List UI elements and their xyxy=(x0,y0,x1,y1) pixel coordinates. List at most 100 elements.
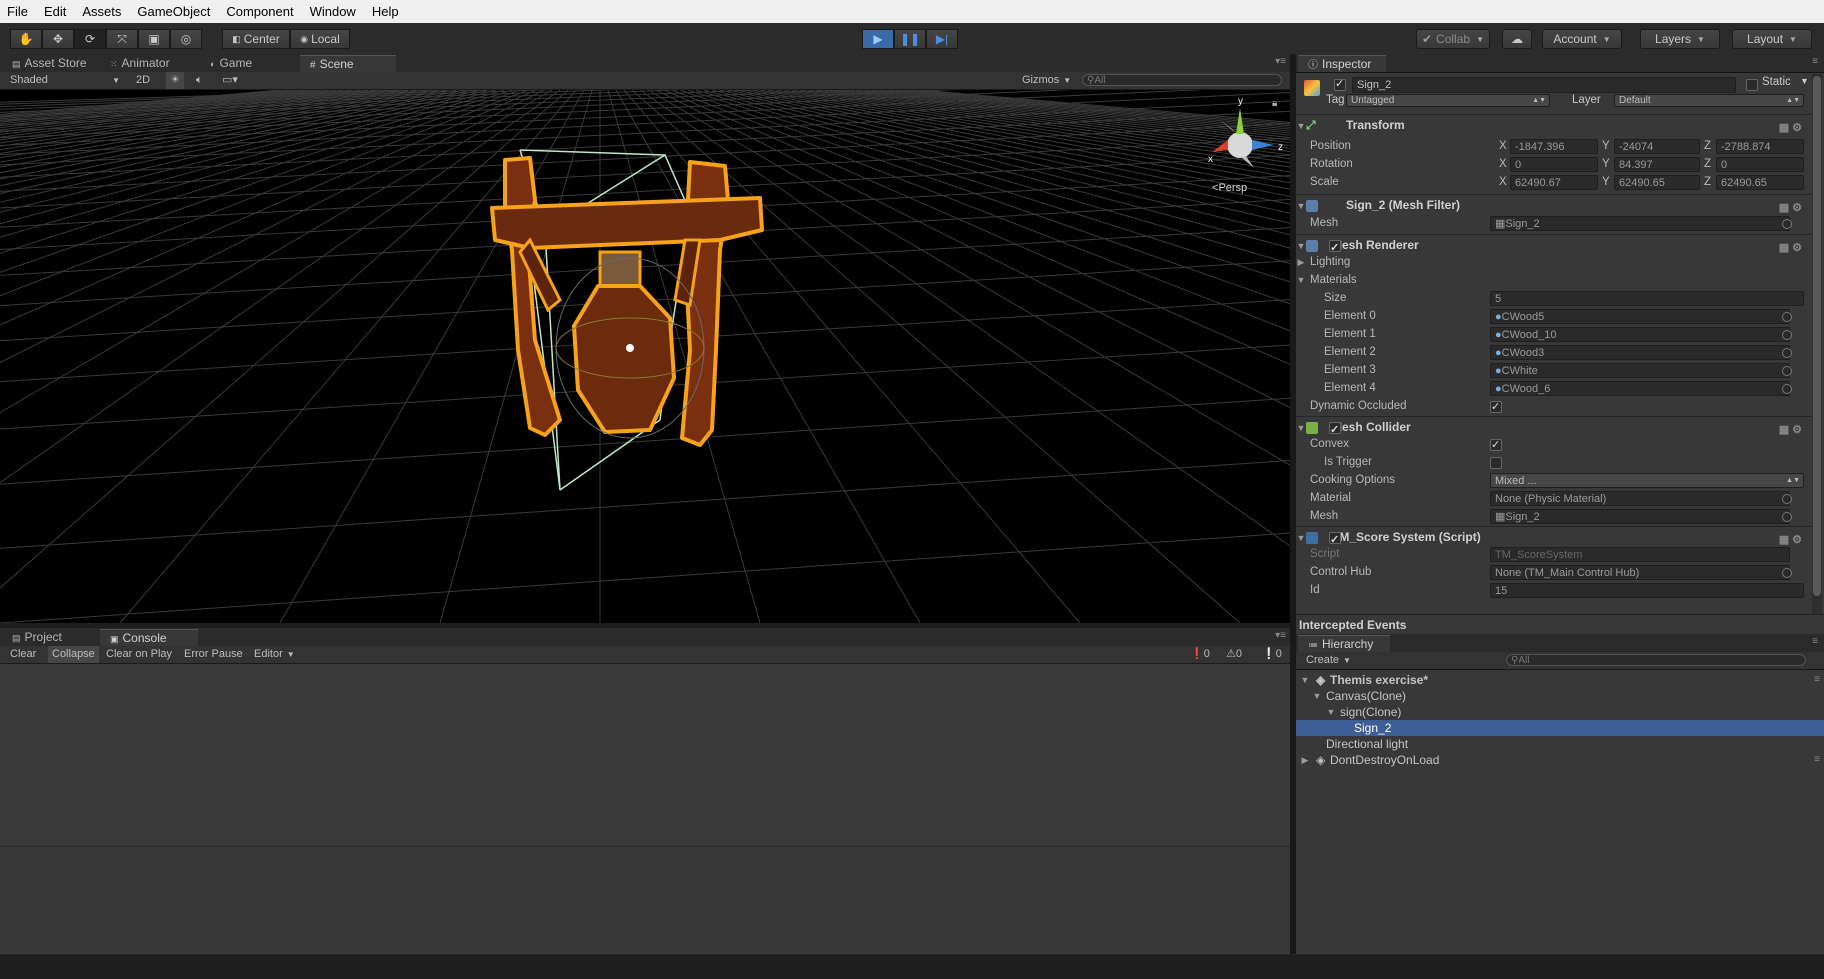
object-picker-icon[interactable] xyxy=(1782,366,1792,376)
editor-dropdown[interactable]: Editor ▼ xyxy=(254,646,295,663)
console-log-list[interactable] xyxy=(0,664,1290,844)
move-tool-button[interactable]: ✥ xyxy=(42,29,74,49)
mesh-collider-header[interactable]: ▼Mesh Collider▦ ⚙ xyxy=(1296,416,1812,440)
hierarchy-item-directional-light[interactable]: Directional light xyxy=(1296,736,1824,752)
create-dropdown[interactable]: Create ▼ xyxy=(1306,652,1351,669)
tab-inspector[interactable]: ⓘ Inspector xyxy=(1298,55,1386,72)
tab-project[interactable]: ▤ Project xyxy=(2,629,72,646)
info-count-toggle[interactable]: ❕0 xyxy=(1262,646,1282,663)
scene-search-input[interactable]: ⚲All xyxy=(1082,74,1282,86)
object-picker-icon[interactable] xyxy=(1782,568,1792,578)
is-trigger-checkbox[interactable] xyxy=(1490,457,1502,469)
object-picker-icon[interactable] xyxy=(1782,219,1792,229)
material-field[interactable]: ●CWood5 xyxy=(1490,309,1790,324)
scale-y-field[interactable]: 62490.65 xyxy=(1614,175,1700,190)
mesh-renderer-header[interactable]: ▼Mesh Renderer▦ ⚙ xyxy=(1296,234,1812,258)
hierarchy-item-canvas[interactable]: ▼ Canvas(Clone) xyxy=(1296,688,1824,704)
warning-count-toggle[interactable]: ⚠0 xyxy=(1226,646,1242,663)
hand-tool-button[interactable]: ✋ xyxy=(10,29,42,49)
mesh-field[interactable]: ▦Sign_2 xyxy=(1490,216,1790,231)
panel-divider[interactable] xyxy=(1290,54,1296,954)
physic-material-field[interactable]: None (Physic Material) xyxy=(1490,491,1790,506)
rotation-x-field[interactable]: 0 xyxy=(1510,157,1598,172)
cooking-options-dropdown[interactable]: Mixed ... ▲▼ xyxy=(1490,473,1804,488)
scale-tool-button[interactable]: ⤧ xyxy=(106,29,138,49)
tab-asset-store[interactable]: ▤ Asset Store xyxy=(2,55,97,72)
inspector-scrollbar[interactable] xyxy=(1812,74,1822,614)
menu-assets[interactable]: Assets xyxy=(74,4,129,19)
gizmos-dropdown[interactable]: Gizmos ▼ xyxy=(1022,72,1071,89)
control-hub-field[interactable]: None (TM_Main Control Hub) xyxy=(1490,565,1790,580)
position-x-field[interactable]: -1847.396 xyxy=(1510,139,1598,154)
object-name-field[interactable]: Sign_2 xyxy=(1352,77,1736,93)
position-y-field[interactable]: -24074 xyxy=(1614,139,1700,154)
menu-icon[interactable]: ≡ xyxy=(1812,56,1818,67)
error-count-toggle[interactable]: ❗0 xyxy=(1190,646,1210,663)
menu-window[interactable]: Window xyxy=(302,4,364,19)
collapse-toggle[interactable]: Collapse xyxy=(48,646,99,663)
scene-root-item[interactable]: ▼ ◈ Themis exercise* ≡ xyxy=(1296,672,1824,688)
cloud-button[interactable]: ☁ xyxy=(1502,29,1532,49)
materials-size-field[interactable]: 5 xyxy=(1490,291,1804,306)
2d-toggle[interactable]: 2D xyxy=(136,72,150,89)
pause-button[interactable]: ❚❚ xyxy=(894,29,926,49)
object-picker-icon[interactable] xyxy=(1782,348,1792,358)
object-picker-icon[interactable] xyxy=(1782,512,1792,522)
component-enabled-checkbox[interactable] xyxy=(1329,238,1341,258)
id-field[interactable]: 15 xyxy=(1490,583,1804,598)
mesh-filter-header[interactable]: ▼ Sign_2 (Mesh Filter) ▦ ⚙ xyxy=(1296,194,1812,215)
shading-dropdown[interactable]: Shaded ▼ xyxy=(10,72,120,89)
menu-icon[interactable]: ▾≡ xyxy=(1275,56,1286,67)
play-button[interactable]: ▶ xyxy=(862,29,894,49)
material-field[interactable]: ●CWhite xyxy=(1490,363,1790,378)
convex-checkbox[interactable] xyxy=(1490,437,1502,454)
dynamic-occluded-checkbox[interactable] xyxy=(1490,399,1502,416)
menu-icon[interactable]: ▾≡ xyxy=(1275,630,1286,641)
active-checkbox[interactable] xyxy=(1334,77,1346,91)
pivot-center-button[interactable]: ◧ Center xyxy=(222,29,290,49)
materials-foldout[interactable]: ▼ Materials xyxy=(1296,272,1806,289)
account-dropdown[interactable]: Account ▼ xyxy=(1542,29,1622,49)
position-z-field[interactable]: -2788.874 xyxy=(1716,139,1804,154)
rotate-tool-button[interactable]: ⟳ xyxy=(74,29,106,49)
transform-header[interactable]: ▼⤢ Transform ▦ ⚙ xyxy=(1296,114,1812,135)
object-picker-icon[interactable] xyxy=(1782,330,1792,340)
scene-view[interactable]: y z x 🔒︎ <Persp xyxy=(0,90,1290,623)
menu-gameobject[interactable]: GameObject xyxy=(129,4,218,19)
component-settings-icon[interactable]: ▦ ⚙ xyxy=(1779,118,1802,138)
menu-icon[interactable]: ≡ xyxy=(1814,752,1820,768)
static-checkbox[interactable] xyxy=(1746,79,1758,91)
rotation-y-field[interactable]: 84.397 xyxy=(1614,157,1700,172)
audio-toggle[interactable]: 🔈︎ xyxy=(196,72,203,89)
collab-button[interactable]: ✔ Collab ▼ xyxy=(1416,29,1490,49)
layer-dropdown[interactable]: Default ▲▼ xyxy=(1614,94,1804,107)
object-picker-icon[interactable] xyxy=(1782,494,1792,504)
effects-dropdown[interactable]: ▭▾ xyxy=(222,72,238,89)
hierarchy-item-sign-2[interactable]: Sign_2 xyxy=(1296,720,1824,736)
score-system-header[interactable]: ▼TM_Score System (Script)▦ ⚙ xyxy=(1296,526,1812,550)
rect-tool-button[interactable]: ▣ xyxy=(138,29,170,49)
hierarchy-item-sign[interactable]: ▼ sign(Clone) xyxy=(1296,704,1824,720)
scale-x-field[interactable]: 62490.67 xyxy=(1510,175,1598,190)
scrollbar-thumb[interactable] xyxy=(1813,76,1821,596)
object-picker-icon[interactable] xyxy=(1782,384,1792,394)
tab-scene[interactable]: # Scene xyxy=(300,55,396,72)
pivot-local-button[interactable]: ◉ Local xyxy=(290,29,350,49)
clear-on-play-toggle[interactable]: Clear on Play xyxy=(106,646,172,663)
hierarchy-search-input[interactable]: ⚲All xyxy=(1506,654,1806,666)
lighting-foldout[interactable]: ▶ Lighting xyxy=(1296,254,1806,271)
menu-edit[interactable]: Edit xyxy=(36,4,74,19)
layout-dropdown[interactable]: Layout ▼ xyxy=(1732,29,1812,49)
rotation-z-field[interactable]: 0 xyxy=(1716,157,1804,172)
menu-file[interactable]: File xyxy=(0,4,36,19)
tab-animator[interactable]: ⁙ Animator xyxy=(100,55,180,72)
component-enabled-checkbox[interactable] xyxy=(1329,420,1341,440)
hierarchy-item-dontdestroyonload[interactable]: ▶ ◈ DontDestroyOnLoad ≡ xyxy=(1296,752,1824,768)
material-field[interactable]: ●CWood3 xyxy=(1490,345,1790,360)
menu-icon[interactable]: ≡ xyxy=(1814,672,1820,688)
step-button[interactable]: ▶| xyxy=(926,29,958,49)
tab-game[interactable]: ◐ Game xyxy=(200,55,262,72)
layers-dropdown[interactable]: Layers ▼ xyxy=(1640,29,1720,49)
scale-z-field[interactable]: 62490.65 xyxy=(1716,175,1804,190)
clear-button[interactable]: Clear xyxy=(10,646,36,663)
